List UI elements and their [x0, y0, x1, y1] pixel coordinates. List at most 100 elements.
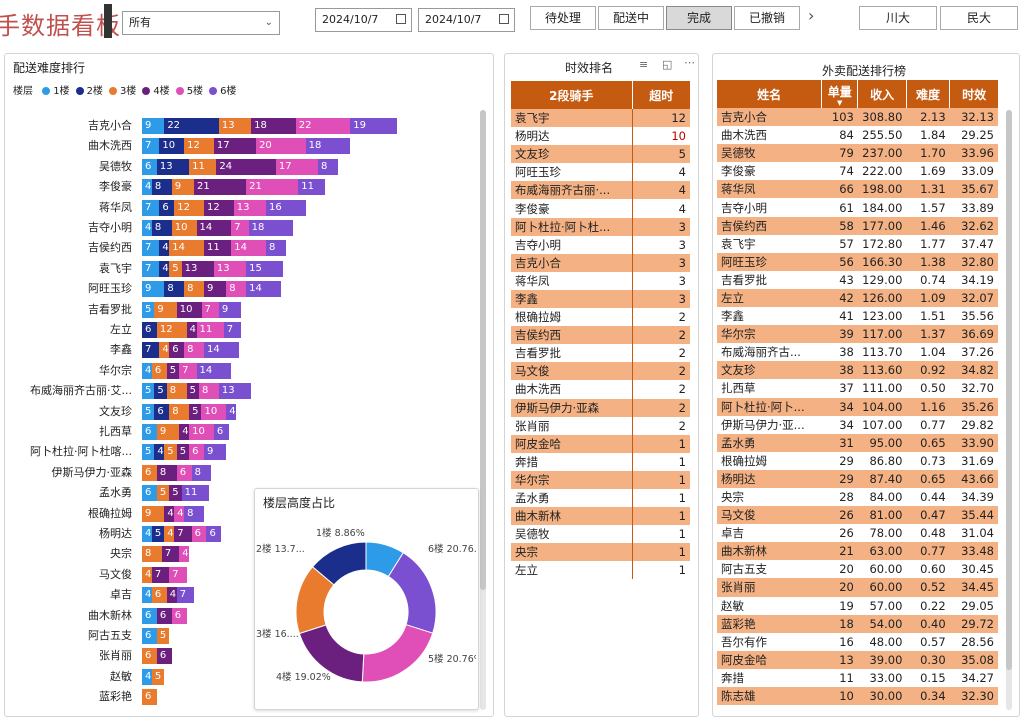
table-row[interactable]: 阿古五支 20 60.00 0.60 30.45: [717, 560, 998, 578]
bar-row[interactable]: 65: [142, 628, 170, 644]
bar-segment[interactable]: 4: [164, 505, 175, 522]
bar-segment[interactable]: 6: [142, 628, 157, 644]
bar-segment[interactable]: 4: [142, 587, 152, 604]
table-row[interactable]: 吉看罗批 43 129.00 0.74 34.19: [717, 271, 998, 289]
bar-segment[interactable]: 7: [223, 322, 242, 338]
bar-segment[interactable]: 4: [142, 566, 152, 583]
table-row[interactable]: 吾尔有作 16 48.00 0.57 28.56: [717, 633, 998, 651]
bar-row[interactable]: 454766: [142, 526, 222, 542]
bar-segment[interactable]: 11: [189, 158, 217, 175]
bar-segment[interactable]: 7: [151, 566, 170, 583]
bar-segment[interactable]: 9: [142, 281, 165, 298]
bar-segment[interactable]: 9: [156, 424, 180, 440]
table-row[interactable]: 曲木洗西 2: [511, 380, 690, 399]
table-row[interactable]: 蓝彩艳 18 54.00 0.40 29.72: [717, 614, 998, 633]
bar-segment[interactable]: 6: [191, 526, 207, 542]
bar-segment[interactable]: 6: [156, 648, 172, 665]
bar-segment[interactable]: 7: [174, 526, 192, 542]
bar-segment[interactable]: 13: [233, 199, 266, 216]
col-name[interactable]: 姓名: [717, 80, 822, 108]
bar-segment[interactable]: 12: [174, 199, 204, 216]
bar-segment[interactable]: 8: [226, 281, 247, 298]
bar-segment[interactable]: 6: [156, 607, 172, 624]
table-row[interactable]: 伊斯马伊力·亚森 2: [511, 398, 690, 417]
bar-row[interactable]: 7 6 12 12 13 16: [142, 199, 306, 216]
bar-segment[interactable]: 18: [305, 138, 351, 155]
bar-segment[interactable]: 6: [213, 424, 229, 440]
bar-segment[interactable]: 9: [218, 301, 242, 318]
bar-segment[interactable]: 4: [159, 342, 170, 359]
bar-segment[interactable]: 8: [265, 240, 286, 257]
table-row[interactable]: 阿皮金哈 1: [511, 434, 690, 453]
bar-row[interactable]: 6 13 11 24 17 8: [142, 158, 338, 175]
bar-segment[interactable]: 12: [184, 138, 214, 155]
bar-segment[interactable]: 14: [203, 342, 239, 359]
bar-segment[interactable]: 9: [142, 505, 165, 522]
table-row[interactable]: 杨明达 29 87.40 0.65 43.66: [717, 469, 998, 488]
region-tab-minda[interactable]: 民大: [940, 6, 1018, 30]
table-row[interactable]: 孟水勇 1: [511, 488, 690, 508]
bar-row[interactable]: 4 8 10 14 7 18: [142, 220, 294, 236]
bar-segment[interactable]: 7: [169, 566, 187, 583]
bar-segment[interactable]: 8: [184, 342, 204, 359]
filter-icon[interactable]: ≡: [639, 58, 648, 71]
bar-segment[interactable]: 13: [156, 158, 190, 175]
bar-segment[interactable]: 11: [181, 485, 209, 502]
bar-segment[interactable]: 13: [181, 260, 214, 277]
bar-row[interactable]: 666: [142, 607, 187, 624]
bar-segment[interactable]: 4: [159, 260, 170, 277]
bar-row[interactable]: 7 4 6 8 14: [142, 342, 239, 359]
bar-segment[interactable]: 10: [189, 424, 214, 440]
table-row[interactable]: 阿卜杜拉·阿卜... 34 104.00 1.16 35.26: [717, 397, 998, 416]
table-row[interactable]: 吴德牧 79 237.00 1.70 33.96: [717, 144, 998, 163]
bar-segment[interactable]: 9: [154, 301, 177, 318]
bar-segment[interactable]: 4: [226, 403, 237, 420]
bar-row[interactable]: 9448: [142, 505, 204, 522]
bar-segment[interactable]: 22: [164, 118, 219, 134]
table-row[interactable]: 阿卜杜拉·阿卜杜... 3: [511, 217, 690, 236]
bar-segment[interactable]: 15: [246, 260, 284, 277]
table-row[interactable]: 孟水勇 31 95.00 0.65 33.90: [717, 433, 998, 452]
bar-segment[interactable]: 6: [171, 607, 187, 624]
bar-row[interactable]: 4647: [142, 587, 195, 604]
status-tab-done[interactable]: 完成: [666, 6, 732, 30]
bar-segment[interactable]: 17: [275, 158, 319, 175]
bar-row[interactable]: 5 6 8 5 10 4: [142, 403, 237, 420]
col-difficulty[interactable]: 难度: [905, 80, 950, 108]
table-row[interactable]: 卓吉 26 78.00 0.48 31.04: [717, 524, 998, 542]
table-row[interactable]: 阿皮金哈 13 39.00 0.30 35.08: [717, 650, 998, 669]
region-tab-chuanda[interactable]: 川大: [859, 6, 937, 30]
bar-segment[interactable]: 6: [142, 689, 157, 706]
bar-segment[interactable]: 5: [169, 485, 182, 502]
bar-segment[interactable]: 8: [184, 281, 204, 298]
table-row[interactable]: 吉夺小明 3: [511, 235, 690, 254]
table-row[interactable]: 吉夺小明 61 184.00 1.57 33.89: [717, 198, 998, 216]
bar-segment[interactable]: 4: [174, 505, 185, 522]
table-row[interactable]: 曲木新林 1: [511, 507, 690, 526]
bar-row[interactable]: 9 8 8 9 8 14: [142, 281, 281, 298]
bar-segment[interactable]: 4: [142, 220, 152, 236]
table-row[interactable]: 蒋华凤 66 198.00 1.31 35.67: [717, 180, 998, 199]
table-row[interactable]: 李俊豪 74 222.00 1.69 33.09: [717, 162, 998, 180]
donut-slice[interactable]: [361, 624, 434, 683]
bar-segment[interactable]: 8: [151, 179, 172, 196]
bar-segment[interactable]: 4: [142, 362, 152, 379]
bar-segment[interactable]: 8: [166, 383, 187, 400]
bar-segment[interactable]: 5: [189, 403, 202, 420]
table-row[interactable]: 李俊豪 4: [511, 199, 690, 218]
table-row[interactable]: 根确拉姆 29 86.80 0.73 31.69: [717, 452, 998, 470]
more-icon[interactable]: ⋯: [684, 56, 695, 69]
bar-segment[interactable]: 6: [142, 607, 157, 624]
table-row[interactable]: 吉克小合 103 308.80 2.13 32.13: [717, 108, 998, 127]
bar-segment[interactable]: 4: [159, 240, 170, 257]
table-row[interactable]: 央宗 1: [511, 543, 690, 562]
bar-row[interactable]: 7 4 14 11 14 8: [142, 240, 286, 257]
bar-segment[interactable]: 5: [151, 526, 165, 542]
bar-segment[interactable]: 6: [151, 362, 167, 379]
table-row[interactable]: 张肖丽 20 60.00 0.52 34.45: [717, 578, 998, 597]
bar-row[interactable]: 5 5 8 5 8 13: [142, 383, 252, 400]
difficulty-scrollbar[interactable]: [480, 110, 486, 710]
bar-segment[interactable]: 6: [142, 158, 157, 175]
table-row[interactable]: 奔措 11 33.00 0.15 34.27: [717, 669, 998, 687]
bar-segment[interactable]: 7: [142, 260, 160, 277]
